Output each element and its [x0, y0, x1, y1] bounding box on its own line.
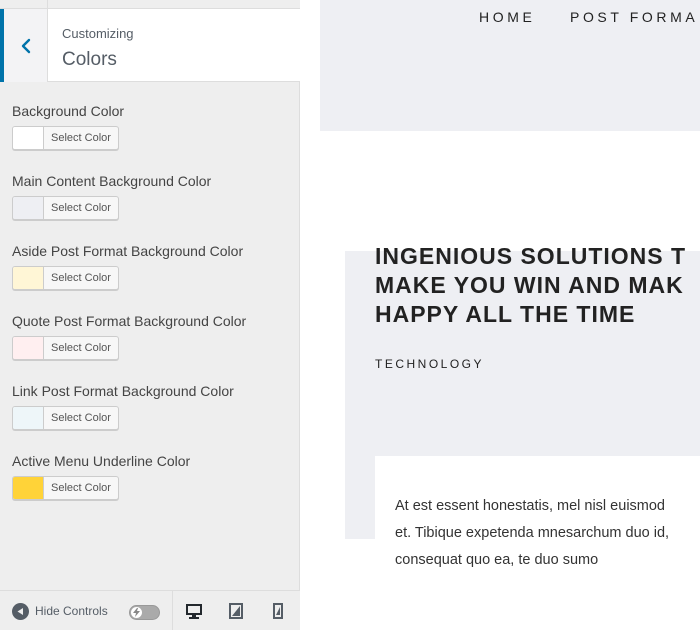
nav-item-post-formats[interactable]: POST FORMA	[570, 9, 698, 25]
nav-item-home[interactable]: HOME	[479, 9, 535, 25]
control-label: Background Color	[12, 103, 125, 119]
select-color-button[interactable]: Select Color	[12, 266, 119, 290]
control-link-post-format-background-color: Link Post Format Background Color Select…	[12, 382, 292, 452]
desktop-preview-button[interactable]	[173, 591, 215, 630]
color-swatch	[13, 337, 44, 359]
control-label: Aside Post Format Background Color	[12, 243, 244, 259]
section-header: Customizing Colors	[0, 9, 300, 82]
hide-controls-button[interactable]: Hide Controls	[12, 591, 108, 630]
post-title-line: HAPPY ALL THE TIME	[375, 301, 636, 327]
control-background-color: Background Color Select Color	[12, 102, 292, 172]
select-color-label: Select Color	[51, 412, 111, 424]
select-color-label: Select Color	[51, 342, 111, 354]
control-quote-post-format-background-color: Quote Post Format Background Color Selec…	[12, 312, 292, 382]
select-color-button[interactable]: Select Color	[12, 476, 119, 500]
site-header: HOME POST FORMA	[320, 0, 700, 131]
tablet-preview-button[interactable]	[215, 591, 257, 630]
hide-controls-label: Hide Controls	[35, 604, 108, 618]
desktop-icon	[186, 603, 202, 619]
select-color-button[interactable]: Select Color	[12, 336, 119, 360]
color-swatch	[13, 407, 44, 429]
control-main-content-background-color: Main Content Background Color Select Col…	[12, 172, 292, 242]
control-label: Active Menu Underline Color	[12, 453, 191, 469]
back-button[interactable]	[0, 9, 48, 82]
post-title[interactable]: INGENIOUS SOLUTIONS T MAKE YOU WIN AND M…	[375, 242, 700, 329]
control-active-menu-underline-color: Active Menu Underline Color Select Color	[12, 452, 292, 522]
post-category-link[interactable]: TECHNOLOGY	[375, 357, 484, 371]
control-label: Main Content Background Color	[12, 173, 212, 189]
section-title: Colors	[62, 49, 117, 70]
mobile-icon	[273, 603, 283, 619]
select-color-label: Select Color	[51, 272, 111, 284]
post-title-line: INGENIOUS SOLUTIONS T	[375, 243, 687, 269]
lightning-icon	[131, 607, 142, 618]
sidebar-top-strip	[0, 0, 300, 9]
excerpt-line: At est essent honestatis, mel nisl euism…	[395, 498, 665, 514]
customizer-footer: Hide Controls	[0, 590, 300, 630]
select-color-button[interactable]: Select Color	[12, 406, 119, 430]
select-color-label: Select Color	[51, 132, 111, 144]
select-color-label: Select Color	[51, 202, 111, 214]
select-color-button[interactable]: Select Color	[12, 196, 119, 220]
select-color-label: Select Color	[51, 482, 111, 494]
color-swatch	[13, 267, 44, 289]
site-preview: HOME POST FORMA INGENIOUS SOLUTIONS T MA…	[300, 0, 700, 630]
preview-toggle[interactable]	[129, 605, 160, 620]
color-swatch	[13, 127, 44, 149]
post-title-line: MAKE YOU WIN AND MAK	[375, 272, 684, 298]
control-label: Quote Post Format Background Color	[12, 313, 247, 329]
post-excerpt: At est essent honestatis, mel nisl euism…	[395, 493, 700, 574]
post-excerpt-box: At est essent honestatis, mel nisl euism…	[375, 456, 700, 630]
color-swatch	[13, 477, 44, 499]
excerpt-line: et. Tibique expetenda mnesarchum duo id,	[395, 525, 670, 541]
control-label: Link Post Format Background Color	[12, 383, 234, 399]
customizer-sidebar: Customizing Colors Background Color Sele…	[0, 0, 300, 630]
breadcrumb: Customizing	[62, 26, 134, 41]
control-aside-post-format-background-color: Aside Post Format Background Color Selec…	[12, 242, 292, 312]
chevron-left-icon	[21, 38, 30, 53]
excerpt-line: consequat quo ea, te duo sumo	[395, 552, 599, 568]
tablet-icon	[229, 603, 243, 619]
mobile-preview-button[interactable]	[257, 591, 299, 630]
color-controls: Background Color Select Color Main Conte…	[12, 102, 292, 522]
arrow-left-circle-icon	[12, 602, 29, 620]
select-color-button[interactable]: Select Color	[12, 126, 119, 150]
color-swatch	[13, 197, 44, 219]
